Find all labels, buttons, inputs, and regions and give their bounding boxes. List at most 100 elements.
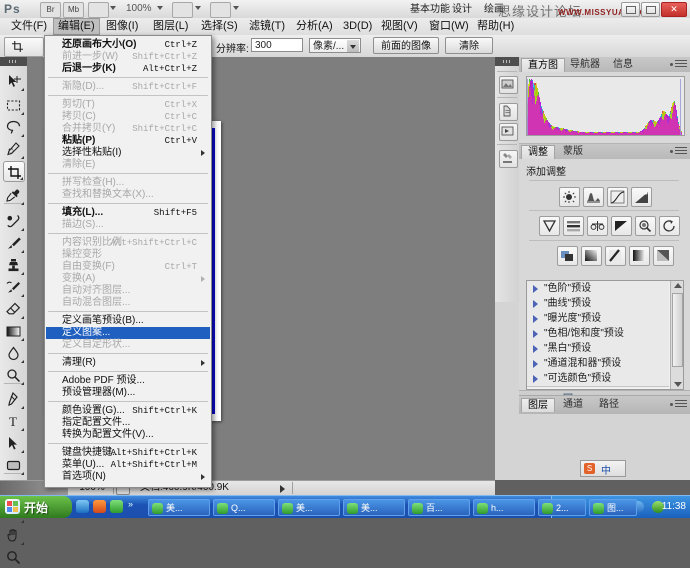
taskbar-task-6[interactable]: 2... — [538, 499, 586, 516]
menu-item-10[interactable]: 帮助(H) — [472, 18, 519, 35]
curves-icon[interactable] — [607, 187, 628, 207]
history-brush-tool[interactable] — [3, 277, 25, 298]
tab-layers[interactable]: 图层 — [521, 398, 555, 412]
taskbar-task-7[interactable]: 图... — [589, 499, 637, 516]
scroll-down-arrow-icon[interactable] — [674, 382, 682, 387]
history-icon[interactable] — [499, 103, 518, 121]
ime-mode-label[interactable]: 中 — [601, 462, 611, 477]
screen-mode-chevron-icon[interactable] — [233, 6, 239, 10]
preset-curves[interactable]: "曲线"预设 — [527, 296, 669, 312]
pen-tool[interactable] — [3, 389, 25, 410]
close-button[interactable]: ✕ — [661, 2, 687, 17]
path-selection-tool[interactable] — [3, 433, 25, 454]
scrollbar-thumb[interactable] — [672, 293, 683, 367]
posterize-icon[interactable] — [581, 246, 602, 266]
expand-triangle-icon[interactable] — [533, 345, 538, 353]
view-extras-chevron-icon[interactable] — [110, 6, 116, 10]
scroll-up-arrow-icon[interactable] — [674, 283, 682, 288]
taskbar-task-3[interactable]: 美... — [343, 499, 405, 516]
tools-preset-icon[interactable] — [499, 150, 518, 168]
taskbar-task-1[interactable]: Q... — [213, 499, 275, 516]
black-white-icon[interactable] — [611, 216, 632, 236]
tab-paths[interactable]: 路径 — [593, 398, 625, 412]
layers-menu-icon[interactable] — [675, 400, 687, 409]
arrange-documents-button[interactable] — [172, 2, 193, 18]
clear-button[interactable]: 清除 — [445, 37, 493, 54]
ie-icon[interactable] — [76, 500, 89, 513]
minimize-button[interactable] — [621, 2, 640, 17]
dodge-tool[interactable] — [3, 365, 25, 386]
start-button[interactable]: 开始 — [0, 496, 72, 518]
rail-grip[interactable] — [495, 57, 519, 66]
expand-triangle-icon[interactable] — [533, 315, 538, 323]
expand-triangle-icon[interactable] — [533, 375, 538, 383]
front-image-button[interactable]: 前面的图像 — [373, 37, 439, 54]
expand-triangle-icon[interactable] — [533, 360, 538, 368]
menu-option-23[interactable]: 清理(R) — [46, 357, 210, 369]
menu-option-26[interactable]: 颜色设置(G)...Shift+Ctrl+K — [46, 405, 210, 417]
mini-bridge-icon[interactable] — [499, 76, 518, 94]
invert-icon[interactable] — [557, 246, 578, 266]
taskbar-clock[interactable]: 11:38 — [662, 501, 686, 512]
menu-item-1[interactable]: 编辑(E) — [53, 18, 100, 35]
eyedropper-tool[interactable] — [3, 185, 25, 206]
menu-option-21[interactable]: 定义图案... — [46, 327, 210, 339]
eraser-tool[interactable] — [3, 299, 25, 320]
color-balance-icon[interactable] — [587, 216, 608, 236]
menu-option-29[interactable]: 键盘快捷键...Alt+Shift+Ctrl+K — [46, 447, 210, 459]
restore-button[interactable] — [641, 2, 660, 17]
channel-mixer-icon[interactable] — [659, 216, 680, 236]
panel-menu-icon[interactable] — [675, 60, 687, 69]
workspace-design[interactable]: 设计 — [452, 3, 472, 16]
tab-adjustments[interactable]: 调整 — [521, 145, 555, 159]
photo-filter-icon[interactable] — [635, 216, 656, 236]
preset-hue-saturation[interactable]: "色相/饱和度"预设 — [527, 326, 669, 342]
taskbar-task-0[interactable]: 美... — [148, 499, 210, 516]
menu-option-31[interactable]: 首选项(N) — [46, 471, 210, 483]
browser-icon[interactable] — [110, 500, 123, 513]
gradient-tool[interactable] — [3, 321, 25, 342]
taskbar-task-4[interactable]: 百... — [408, 499, 470, 516]
menu-item-3[interactable]: 图层(L) — [148, 18, 193, 35]
menu-item-6[interactable]: 分析(A) — [291, 18, 338, 35]
taskbar-task-5[interactable]: h... — [473, 499, 535, 516]
more-icon[interactable]: » — [128, 499, 133, 509]
ime-indicator[interactable]: S 中 — [580, 460, 626, 477]
actions-icon[interactable] — [499, 123, 518, 141]
lasso-tool[interactable] — [3, 117, 25, 138]
menu-option-30[interactable]: 菜单(U)...Alt+Shift+Ctrl+M — [46, 459, 210, 471]
spot-healing-brush-tool[interactable] — [3, 211, 25, 232]
zoom-chevron-icon[interactable] — [157, 6, 163, 10]
brightness-contrast-icon[interactable] — [559, 187, 580, 207]
menu-option-20[interactable]: 定义画笔预设(B)... — [46, 315, 210, 327]
titlebar-zoom-value[interactable]: 100% — [126, 3, 152, 14]
vibrance-icon[interactable] — [539, 216, 560, 236]
clone-stamp-tool[interactable] — [3, 255, 25, 276]
menu-item-7[interactable]: 3D(D) — [338, 18, 377, 35]
bridge-button[interactable]: Br — [40, 2, 61, 18]
resolution-input[interactable]: 300 — [251, 38, 303, 52]
arrange-chevron-icon[interactable] — [195, 6, 201, 10]
expand-triangle-icon[interactable] — [533, 285, 538, 293]
menu-option-27[interactable]: 指定配置文件... — [46, 417, 210, 429]
presets-scrollbar[interactable] — [670, 281, 683, 389]
tab-info[interactable]: 信息 — [607, 58, 639, 72]
menu-option-8[interactable]: 选择性粘贴(I) — [46, 147, 210, 159]
tool-preset-picker[interactable] — [4, 37, 44, 57]
resolution-unit-select[interactable]: 像素/... — [309, 38, 361, 53]
rectangle-shape-tool[interactable] — [3, 455, 25, 476]
preset-channel-mixer[interactable]: "通道混和器"预设 — [527, 356, 669, 372]
tab-histogram[interactable]: 直方图 — [521, 58, 565, 72]
expand-triangle-icon[interactable] — [533, 330, 538, 338]
preset-black-white[interactable]: "黑白"预设 — [527, 341, 669, 357]
hand-tool[interactable] — [3, 525, 25, 546]
unit-chevron-down-icon[interactable] — [347, 40, 359, 52]
exposure-icon[interactable] — [631, 187, 652, 207]
quick-selection-tool[interactable] — [3, 139, 25, 160]
menu-item-9[interactable]: 窗口(W) — [424, 18, 474, 35]
gradient-map-icon[interactable] — [629, 246, 650, 266]
menu-item-5[interactable]: 滤镜(T) — [244, 18, 290, 35]
type-tool[interactable]: T — [3, 411, 25, 432]
menu-option-12[interactable]: 填充(L)...Shift+F5 — [46, 207, 210, 219]
menu-option-0[interactable]: 还原画布大小(O)Ctrl+Z — [46, 39, 210, 51]
